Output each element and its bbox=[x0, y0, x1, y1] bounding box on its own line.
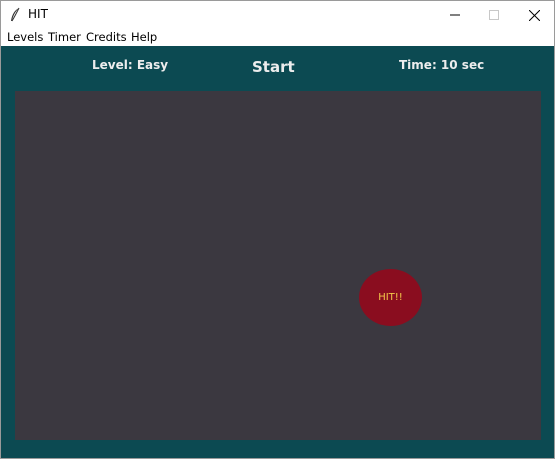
maximize-icon bbox=[489, 10, 499, 20]
game-canvas[interactable]: HIT!! bbox=[15, 91, 541, 440]
menu-timer[interactable]: Timer bbox=[48, 30, 81, 44]
window-title: HIT bbox=[28, 7, 48, 21]
minimize-icon bbox=[450, 10, 460, 20]
minimize-button[interactable] bbox=[435, 1, 475, 29]
game-area: Level: Easy Start Time: 10 sec HIT!! bbox=[1, 46, 554, 458]
app-window: HIT Levels Timer Credits Help Level: Eas… bbox=[0, 0, 555, 459]
hit-target[interactable]: HIT!! bbox=[359, 269, 422, 326]
time-label: Time: 10 sec bbox=[399, 58, 485, 72]
feather-icon bbox=[9, 7, 21, 23]
hit-target-label: HIT!! bbox=[378, 292, 403, 303]
title-bar[interactable]: HIT bbox=[1, 1, 554, 29]
menu-bar: Levels Timer Credits Help bbox=[1, 29, 554, 46]
maximize-button[interactable] bbox=[474, 1, 514, 29]
level-label: Level: Easy bbox=[92, 58, 169, 72]
menu-credits[interactable]: Credits bbox=[86, 30, 127, 44]
menu-levels[interactable]: Levels bbox=[7, 30, 43, 44]
close-button[interactable] bbox=[514, 1, 554, 29]
close-icon bbox=[528, 9, 540, 21]
start-button[interactable]: Start bbox=[252, 58, 295, 76]
menu-help[interactable]: Help bbox=[131, 30, 157, 44]
